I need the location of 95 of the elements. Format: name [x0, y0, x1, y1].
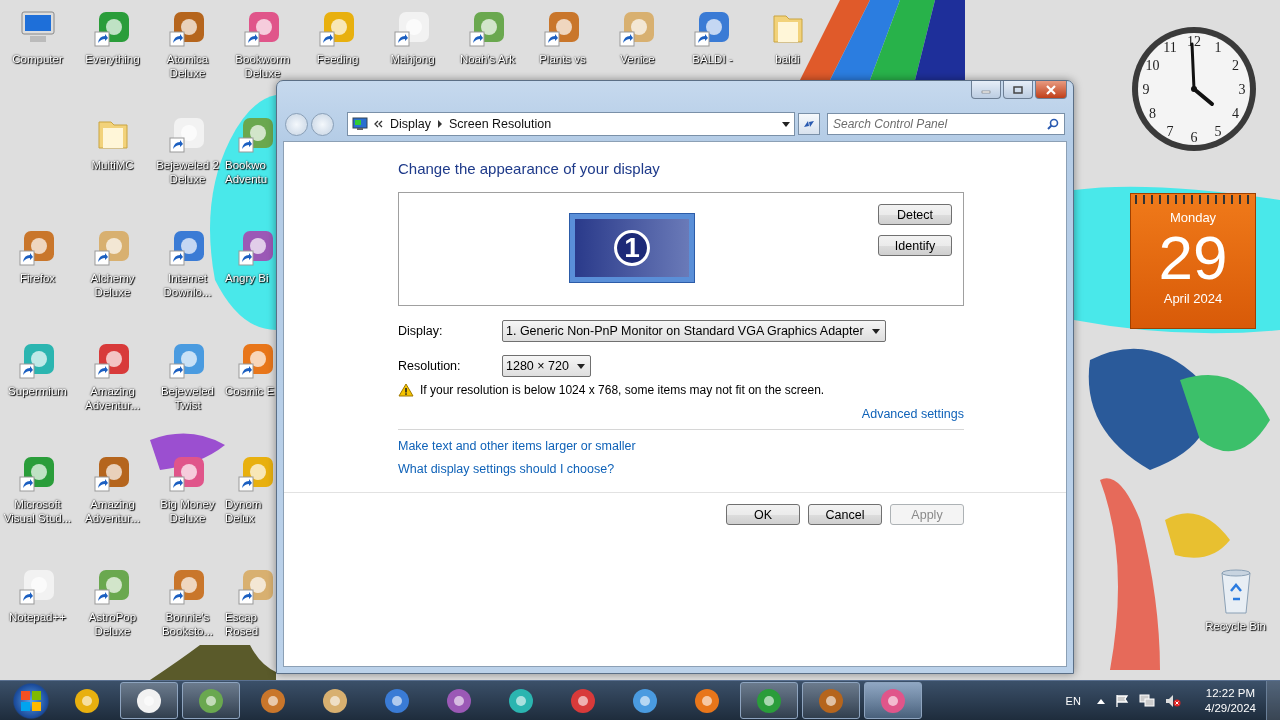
icon-label: Bonnie's Booksto... — [160, 610, 215, 638]
minimize-button[interactable] — [971, 81, 1001, 99]
icon-label: Supermium — [8, 384, 67, 398]
icon-label: Alchemy Deluxe — [89, 271, 137, 299]
chevron-up-icon[interactable] — [1096, 697, 1105, 704]
icon-label: Big Money Deluxe — [159, 497, 217, 525]
clock-numeral: 5 — [1214, 123, 1222, 139]
address-bar[interactable]: Display Screen Resolution — [347, 112, 795, 136]
breadcrumb[interactable]: Display — [390, 117, 431, 131]
network-icon[interactable] — [1138, 693, 1155, 708]
wallpaper-leaf — [1165, 513, 1230, 558]
icon-label: Angry Bi — [225, 271, 269, 285]
icon-label: Dynom Delux — [225, 497, 262, 525]
dropdown-arrow-icon — [576, 363, 585, 369]
clock-numeral: 12 — [1187, 34, 1201, 49]
maximize-icon — [1013, 85, 1023, 94]
icon-label: Firefox — [19, 271, 56, 285]
taskbar-button[interactable] — [182, 682, 240, 719]
dialog-button[interactable]: Detect — [878, 204, 952, 225]
clock-numeral: 4 — [1232, 106, 1240, 121]
icon-label: Amazing Adventur... — [84, 497, 141, 525]
chevrons-icon — [374, 120, 384, 128]
icon-label: Everything — [85, 52, 140, 66]
recycle-bin-icon[interactable] — [1218, 569, 1253, 615]
field-label: Resolution: — [398, 359, 462, 373]
icon-label: Feeding — [316, 52, 359, 66]
clock-numeral: 3 — [1238, 82, 1246, 97]
taskbar-time[interactable]: 12:22 PM — [1205, 685, 1256, 701]
icon-label: Computer — [12, 52, 63, 66]
show-desktop-button[interactable] — [1266, 680, 1280, 720]
calendar-weekday: Monday — [1169, 210, 1217, 225]
clock-numeral: 6 — [1190, 130, 1198, 145]
icon-label: AstroPop Deluxe — [87, 610, 138, 638]
monitor-preview[interactable]: 1 — [569, 213, 695, 283]
taskbar-button[interactable] — [740, 682, 798, 719]
icon-label: Cosmic E — [225, 384, 275, 398]
icon-label: Mahjong — [390, 52, 435, 66]
taskbar-date[interactable]: 4/29/2024 — [1204, 700, 1256, 716]
icon-label: Bookwo Adventu — [225, 158, 268, 186]
windows-logo-icon — [20, 689, 42, 712]
icon-label: Notepad++ — [9, 610, 66, 624]
taskbar-button[interactable] — [120, 682, 178, 719]
calendar-month: April 2024 — [1163, 291, 1223, 306]
advanced-settings-link[interactable]: Advanced settings — [861, 407, 964, 421]
help-link[interactable]: Make text and other items larger or smaller — [398, 439, 636, 453]
warning-icon — [398, 383, 414, 397]
flag-icon[interactable] — [1114, 693, 1129, 708]
dialog-button[interactable]: OK — [726, 504, 800, 525]
page-heading: Change the appearance of your display — [398, 160, 661, 179]
icon-label: Internet Downlo... — [162, 271, 213, 299]
clock-numeral: 9 — [1142, 82, 1150, 97]
icon-label: BALDI - — [692, 52, 733, 66]
search-field[interactable]: Search Control Panel — [827, 113, 1065, 135]
refresh-button[interactable] — [798, 113, 820, 135]
clock-numeral: 2 — [1232, 58, 1240, 73]
calendar-day: 29 — [1158, 225, 1228, 291]
dropdown[interactable]: 1. Generic Non-PnP Monitor on Standard VGA Graphics Adapter — [502, 320, 886, 342]
field-label: Display: — [398, 324, 444, 338]
breadcrumb[interactable]: Screen Resolution — [449, 117, 552, 131]
clock-numeral: 10 — [1145, 58, 1160, 73]
icon-label: Escap Rosed — [225, 610, 259, 638]
warning-message: If your resolution is below 1024 x 768, some items may not fit on the screen. — [420, 383, 825, 397]
dropdown-arrow-icon — [871, 328, 880, 334]
language-indicator[interactable]: EN — [1065, 694, 1081, 707]
monitor-icon — [352, 117, 368, 131]
icon-label: Atomica Deluxe — [165, 52, 210, 80]
dropdown[interactable]: 1280 × 720 — [502, 355, 591, 377]
icon-label: Venice — [620, 52, 655, 66]
volume-muted-icon[interactable] — [1164, 693, 1181, 708]
maximize-button[interactable] — [1003, 81, 1033, 99]
breadcrumb-arrow-icon — [437, 120, 443, 128]
icon-label: Plants vs — [539, 52, 586, 66]
icon-label: Bejeweled Twist — [159, 384, 216, 412]
icon-label: Amazing Adventur... — [84, 384, 141, 412]
monitor-number: 1 — [614, 230, 650, 266]
dropdown-arrow-icon[interactable] — [782, 121, 790, 127]
icon-label: Bejeweled 2 Deluxe — [155, 158, 221, 186]
icon-label: Noah's Ark — [459, 52, 516, 66]
taskbar-button[interactable] — [802, 682, 860, 719]
icon-label: Microsoft Visual Stud... — [2, 497, 73, 525]
search-icon[interactable] — [1047, 118, 1059, 130]
close-icon — [1045, 84, 1057, 95]
icon-label: Bookworm Deluxe — [234, 52, 291, 80]
refresh-icon — [802, 118, 816, 130]
clock-numeral: 7 — [1166, 123, 1174, 139]
clock-numeral: 11 — [1163, 40, 1177, 56]
clock-numeral: 8 — [1148, 106, 1156, 121]
icon-label: Recycle Bin — [1205, 619, 1266, 633]
dialog-button[interactable]: Cancel — [808, 504, 882, 525]
help-link[interactable]: What display settings should I choose? — [398, 462, 615, 476]
icon-label: MultiMC — [91, 158, 134, 172]
clock-numeral: 1 — [1214, 40, 1222, 56]
icon-label: baldi — [775, 52, 800, 66]
close-button[interactable] — [1035, 81, 1067, 99]
dialog-button[interactable]: Identify — [878, 235, 952, 256]
